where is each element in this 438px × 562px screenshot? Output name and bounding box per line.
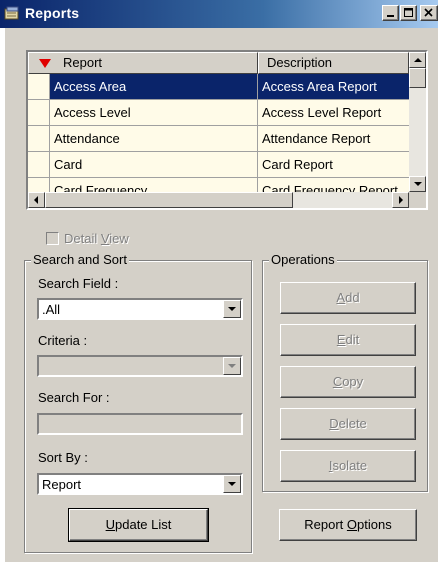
search-field-label: Search Field :	[38, 276, 119, 291]
column-header-label: Description	[267, 55, 333, 70]
minimize-icon	[387, 15, 394, 17]
search-and-sort-label: Search and Sort	[31, 252, 129, 267]
window-title: Reports	[25, 5, 80, 21]
sort-by-value: Report	[42, 477, 82, 492]
column-header-description[interactable]: Description	[258, 52, 409, 74]
row-gutter	[28, 100, 50, 126]
dropdown-button[interactable]	[223, 475, 241, 493]
close-button[interactable]	[420, 5, 438, 21]
sort-descending-icon	[39, 59, 51, 68]
maximize-icon	[404, 8, 413, 17]
copy-button[interactable]: Copy	[280, 366, 416, 398]
dropdown-button[interactable]	[223, 300, 241, 318]
isolate-button[interactable]: Isolate	[280, 450, 416, 482]
chevron-down-icon	[228, 482, 236, 486]
sort-by-dropdown[interactable]: Report	[37, 473, 243, 495]
column-header-report[interactable]: Report	[28, 52, 258, 74]
arrow-right-icon	[399, 196, 403, 204]
search-field-dropdown[interactable]: .All	[37, 298, 243, 320]
row-gutter	[28, 178, 50, 192]
add-button[interactable]: Add	[280, 282, 416, 314]
list-row[interactable]: Access Level Access Level Report	[28, 100, 409, 126]
report-options-button[interactable]: Report Options	[279, 509, 417, 541]
minimize-button[interactable]	[382, 5, 399, 21]
row-description: Access Area Report	[258, 74, 409, 100]
list-row[interactable]: Attendance Attendance Report	[28, 126, 409, 152]
row-description: Access Level Report	[258, 100, 409, 126]
list-row[interactable]: Card Card Report	[28, 152, 409, 178]
scrollbar-corner	[409, 192, 426, 208]
row-report: Card Frequency	[50, 178, 258, 192]
list-header: Report Description	[28, 52, 409, 74]
chevron-down-icon	[228, 364, 236, 368]
row-report: Card	[50, 152, 258, 178]
row-gutter	[28, 152, 50, 178]
checkbox-box[interactable]	[46, 232, 59, 245]
dropdown-button[interactable]	[223, 357, 241, 375]
sort-by-label: Sort By :	[38, 450, 88, 465]
search-for-label: Search For :	[38, 390, 110, 405]
scroll-right-button[interactable]	[392, 192, 409, 208]
delete-button[interactable]: Delete	[280, 408, 416, 440]
criteria-dropdown[interactable]	[37, 355, 243, 377]
edit-button[interactable]: Edit	[280, 324, 416, 356]
scroll-up-button[interactable]	[409, 52, 426, 68]
reports-window: Reports Report Description Access Area A…	[0, 0, 438, 562]
maximize-button[interactable]	[400, 5, 417, 21]
update-list-button[interactable]: Update List	[68, 508, 209, 542]
horizontal-scroll-thumb[interactable]	[45, 192, 293, 208]
column-header-label: Report	[63, 55, 103, 70]
operations-label: Operations	[269, 252, 337, 267]
row-description: Card Report	[258, 152, 409, 178]
list-row[interactable]: Card Frequency Card Frequency Report	[28, 178, 409, 192]
close-icon	[424, 8, 433, 17]
row-report: Access Level	[50, 100, 258, 126]
row-description: Card Frequency Report	[258, 178, 409, 192]
row-report: Access Area	[50, 74, 258, 100]
title-bar[interactable]: Reports	[0, 0, 438, 28]
detail-view-label: Detail View	[64, 231, 129, 246]
criteria-label: Criteria :	[38, 333, 88, 348]
row-description: Attendance Report	[258, 126, 409, 152]
vertical-scroll-thumb[interactable]	[409, 68, 426, 88]
reports-list-body: Report Description Access Area Access Ar…	[28, 52, 409, 192]
reports-book-icon	[4, 6, 19, 20]
row-report: Attendance	[50, 126, 258, 152]
row-gutter	[28, 126, 50, 152]
search-field-value: .All	[42, 302, 61, 317]
row-gutter	[28, 74, 50, 100]
scroll-left-button[interactable]	[28, 192, 45, 208]
search-for-input[interactable]	[37, 413, 243, 435]
chevron-down-icon	[228, 307, 236, 311]
scroll-down-button[interactable]	[409, 176, 426, 192]
vertical-scrollbar[interactable]	[409, 52, 426, 192]
horizontal-scrollbar[interactable]	[28, 192, 409, 208]
list-row[interactable]: Access Area Access Area Report	[28, 74, 409, 100]
arrow-up-icon	[414, 58, 422, 62]
arrow-down-icon	[414, 182, 422, 186]
arrow-left-icon	[34, 196, 38, 204]
reports-list[interactable]: Report Description Access Area Access Ar…	[26, 50, 428, 210]
